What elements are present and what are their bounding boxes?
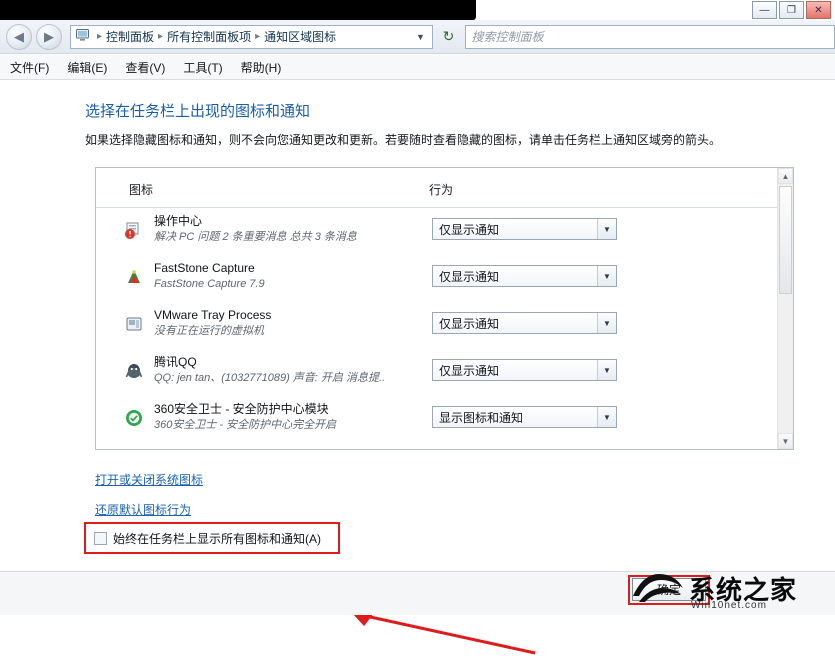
behavior-value: 仅显示通知 — [439, 221, 499, 238]
watermark-logo-icon — [629, 566, 687, 610]
row-text: 360安全卫士 - 安全防护中心模块 360安全卫士 - 安全防护中心完全开启 — [154, 402, 414, 433]
close-button[interactable]: ✕ — [806, 1, 831, 19]
chevron-down-icon[interactable]: ▼ — [597, 313, 616, 333]
table-row[interactable]: 操作中心 解决 PC 问题 2 条重要消息 总共 3 条消息 仅显示通知 ▼ — [96, 208, 793, 255]
main-content: 选择在任务栏上出现的图标和通知 如果选择隐藏图标和通知，则不会向您通知更改和更新… — [0, 81, 835, 571]
vertical-scrollbar[interactable]: ▲ ▼ — [777, 168, 793, 449]
menu-item-help[interactable]: 帮助(H) — [241, 59, 282, 76]
menu-item-view[interactable]: 查看(V) — [125, 59, 165, 76]
maximize-icon: ❐ — [787, 5, 796, 16]
always-show-checkbox[interactable] — [94, 532, 107, 545]
behavior-value: 显示图标和通知 — [439, 409, 523, 426]
row-name: 腾讯QQ — [154, 355, 197, 369]
vmware-tray-icon — [122, 312, 146, 336]
chevron-down-icon[interactable]: ▼ — [597, 407, 616, 427]
window-titlebar: — ❐ ✕ — [0, 0, 835, 22]
maximize-button[interactable]: ❐ — [779, 1, 804, 19]
chevron-down-icon[interactable]: ▼ — [597, 219, 616, 239]
always-show-row[interactable]: 始终在任务栏上显示所有图标和通知(A) — [88, 525, 338, 551]
row-text: 操作中心 解决 PC 问题 2 条重要消息 总共 3 条消息 — [154, 214, 414, 245]
menu-item-tools[interactable]: 工具(T) — [183, 59, 222, 76]
list-header: 图标 行为 — [96, 168, 793, 208]
refresh-icon: ↻ — [443, 28, 455, 45]
row-text: VMware Tray Process 没有正在运行的虚拟机 — [154, 308, 414, 339]
table-row[interactable]: FastStone Capture FastStone Capture 7.9 … — [96, 255, 793, 302]
chevron-down-icon[interactable]: ▼ — [597, 266, 616, 286]
table-row[interactable]: 360安全卫士 - 安全防护中心模块 360安全卫士 - 安全防护中心完全开启 … — [96, 396, 793, 443]
action-center-icon — [122, 218, 146, 242]
back-icon: ◀ — [14, 29, 24, 45]
search-input[interactable]: 搜索控制面板 — [465, 25, 835, 49]
breadcrumb-separator-2: ▸ — [253, 31, 262, 42]
behavior-value: 仅显示通知 — [439, 315, 499, 332]
row-sub: FastStone Capture 7.9 — [154, 278, 265, 290]
minimize-button[interactable]: — — [752, 1, 777, 19]
column-header-behaviors: 行为 — [429, 181, 453, 198]
table-row[interactable]: VMware Tray Process 没有正在运行的虚拟机 仅显示通知 ▼ — [96, 302, 793, 349]
360-safe-icon — [122, 406, 146, 430]
watermark-subtitle: Win10net.com — [691, 600, 767, 611]
chevron-down-icon[interactable]: ▼ — [597, 360, 616, 380]
row-name: VMware Tray Process — [154, 308, 271, 322]
list-rows: 操作中心 解决 PC 问题 2 条重要消息 总共 3 条消息 仅显示通知 ▼ — [96, 208, 793, 443]
column-header-icons: 图标 — [129, 181, 153, 198]
row-text: 腾讯QQ QQ: jen tan、(1032771089) 声音: 开启 消息提… — [154, 355, 414, 386]
refresh-button[interactable]: ↻ — [437, 25, 461, 49]
table-row[interactable]: 腾讯QQ QQ: jen tan、(1032771089) 声音: 开启 消息提… — [96, 349, 793, 396]
watermark: 系统之家 Win10net.com — [629, 566, 829, 614]
row-name: 操作中心 — [154, 214, 202, 228]
row-sub: QQ: jen tan、(1032771089) 声音: 开启 消息提.. — [154, 372, 385, 384]
behavior-select[interactable]: 仅显示通知 ▼ — [432, 265, 617, 287]
menu-item-file[interactable]: 文件(F) — [10, 59, 49, 76]
behavior-select[interactable]: 仅显示通知 ▼ — [432, 218, 617, 240]
scrollbar-thumb[interactable] — [779, 186, 792, 294]
forward-icon: ▶ — [44, 29, 54, 45]
tencent-qq-icon — [122, 359, 146, 383]
address-bar: ◀ ▶ ▸ 控制面板 ▸ 所有控制面板项 ▸ 通知区域图标 ▼ ↻ 搜索控制面板 — [0, 20, 835, 54]
back-button[interactable]: ◀ — [6, 24, 32, 50]
page-title: 选择在任务栏上出现的图标和通知 — [85, 100, 310, 121]
row-name: FastStone Capture — [154, 261, 255, 275]
breadcrumb-item-2[interactable]: 通知区域图标 — [262, 28, 338, 45]
scroll-down-icon[interactable]: ▼ — [778, 433, 793, 449]
behavior-value: 仅显示通知 — [439, 362, 499, 379]
row-sub: 没有正在运行的虚拟机 — [154, 325, 264, 337]
faststone-capture-icon — [122, 265, 146, 289]
scroll-up-icon[interactable]: ▲ — [778, 168, 793, 184]
titlebar-black-area — [0, 0, 476, 20]
always-show-label: 始终在任务栏上显示所有图标和通知(A) — [113, 530, 321, 547]
row-text: FastStone Capture FastStone Capture 7.9 — [154, 261, 414, 292]
behavior-select[interactable]: 显示图标和通知 ▼ — [432, 406, 617, 428]
breadcrumb-separator-0: ▸ — [95, 31, 104, 42]
chevron-down-icon[interactable]: ▼ — [412, 28, 430, 46]
window-controls: — ❐ ✕ — [747, 0, 831, 20]
page-description: 如果选择隐藏图标和通知，则不会向您通知更改和更新。若要随时查看隐藏的图标，请单击… — [85, 132, 785, 148]
link-restore-defaults[interactable]: 还原默认图标行为 — [95, 501, 191, 518]
row-sub: 解决 PC 问题 2 条重要消息 总共 3 条消息 — [154, 231, 357, 243]
behavior-select[interactable]: 仅显示通知 ▼ — [432, 312, 617, 334]
search-placeholder: 搜索控制面板 — [472, 28, 544, 45]
computer-icon — [76, 29, 91, 45]
row-name: 360安全卫士 - 安全防护中心模块 — [154, 402, 329, 416]
behavior-value: 仅显示通知 — [439, 268, 499, 285]
breadcrumb-item-1[interactable]: 所有控制面板项 — [165, 28, 253, 45]
menu-bar: 文件(F) 编辑(E) 查看(V) 工具(T) 帮助(H) — [0, 55, 835, 80]
notification-icons-list: 图标 行为 操作中心 解决 PC 问题 2 条重要消息 总共 3 条消息 — [95, 167, 794, 450]
minimize-icon: — — [760, 5, 770, 16]
link-system-icons[interactable]: 打开或关闭系统图标 — [95, 471, 203, 488]
forward-button[interactable]: ▶ — [36, 24, 62, 50]
menu-item-edit[interactable]: 编辑(E) — [67, 59, 107, 76]
breadcrumb-separator-1: ▸ — [156, 31, 165, 42]
breadcrumb[interactable]: ▸ 控制面板 ▸ 所有控制面板项 ▸ 通知区域图标 ▼ — [70, 25, 433, 49]
close-icon: ✕ — [814, 5, 822, 16]
behavior-select[interactable]: 仅显示通知 ▼ — [432, 359, 617, 381]
row-sub: 360安全卫士 - 安全防护中心完全开启 — [154, 419, 336, 431]
breadcrumb-item-0[interactable]: 控制面板 — [104, 28, 156, 45]
